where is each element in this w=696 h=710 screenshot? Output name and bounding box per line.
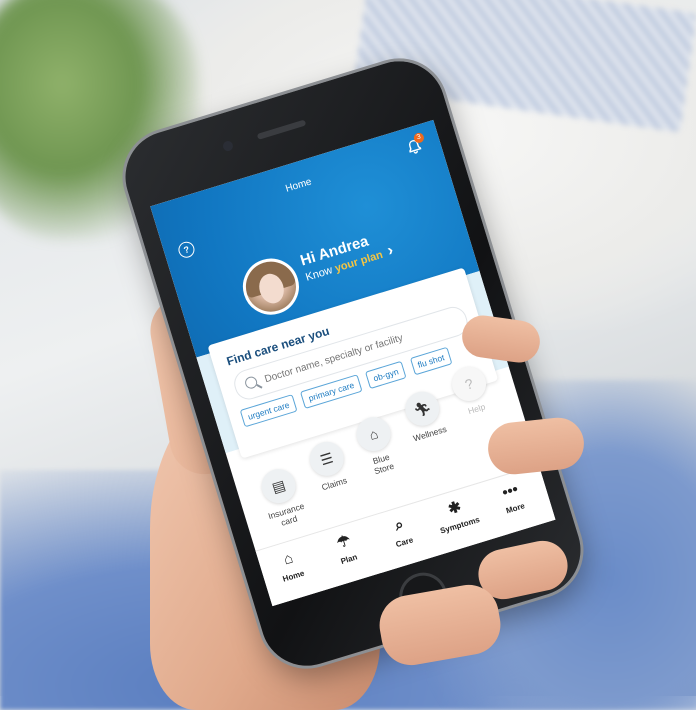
earpiece-speaker (256, 119, 307, 140)
search-icon (243, 375, 259, 391)
tile-label-line1: Wellness (411, 423, 448, 444)
nav-label: Plan (339, 552, 359, 566)
chip-flu-shot[interactable]: flu shot (409, 346, 453, 376)
nav-label: More (504, 501, 526, 516)
nav-care[interactable]: ⌕ Care (369, 508, 434, 555)
home-icon: ⌂ (281, 549, 296, 569)
nav-plan[interactable]: ☂ Plan (314, 525, 379, 572)
nav-label: Home (281, 568, 306, 584)
umbrella-icon: ☂ (334, 531, 353, 553)
search-icon: ⌕ (392, 515, 406, 535)
nav-more[interactable]: ••• More (480, 475, 545, 522)
phone-scene: Home ? 3 Hi Andrea Know your plan › Find… (0, 0, 696, 696)
nav-home[interactable]: ⌂ Home (258, 542, 323, 589)
front-camera (221, 139, 235, 153)
chip-ob-gyn[interactable]: ob-gyn (365, 360, 407, 390)
avatar[interactable] (235, 251, 306, 322)
id-card-icon: ▤ (257, 464, 300, 508)
chevron-right-icon[interactable]: › (385, 242, 395, 261)
nav-symptoms[interactable]: ✱ Symptoms (424, 491, 489, 538)
page-title: Home (284, 176, 313, 195)
app-screen: Home ? 3 Hi Andrea Know your plan › Find… (150, 119, 556, 607)
tile-label-line1: Help (466, 401, 487, 417)
nav-label: Care (394, 535, 415, 550)
more-icon: ••• (500, 480, 521, 502)
document-icon: ☰ (305, 437, 348, 481)
question-circle-icon[interactable]: ? (176, 239, 197, 260)
